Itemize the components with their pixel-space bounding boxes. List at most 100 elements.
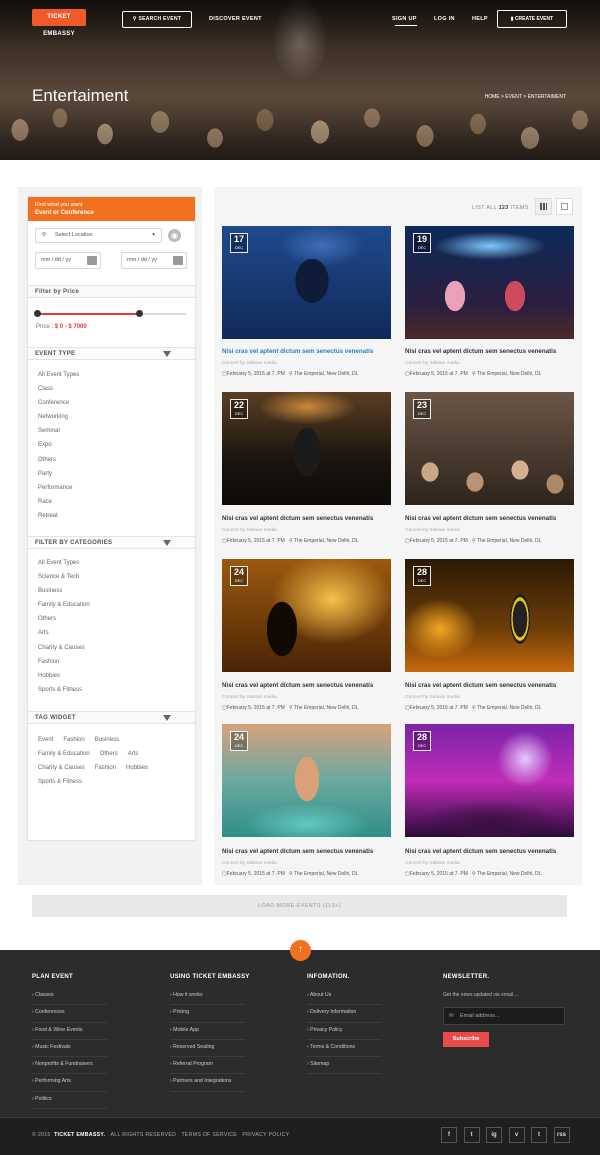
subscribe-button[interactable]: Subscribe (443, 1032, 489, 1047)
price-slider-max-handle[interactable] (136, 310, 143, 317)
event-type-item[interactable]: Party (38, 467, 79, 481)
event-type-item[interactable]: All Event Types (38, 368, 79, 382)
category-item[interactable]: Science & Tech (38, 570, 90, 584)
tag-item[interactable]: Family & Education (38, 747, 90, 761)
tag-item[interactable]: Fashion (95, 761, 116, 775)
load-more-button[interactable]: LOAD MORE EVENTS (113+) (32, 895, 567, 917)
logo[interactable]: TICKET EMBASSY (32, 9, 86, 37)
event-title[interactable]: Nisi cras vel aptent dictum sem senectus… (222, 515, 394, 522)
category-item[interactable]: Hobbies (38, 669, 90, 683)
log-in-link[interactable]: LOG IN (434, 16, 455, 22)
event-title[interactable]: Nisi cras vel aptent dictum sem senectus… (222, 682, 394, 689)
price-slider-min-handle[interactable] (34, 310, 41, 317)
category-item[interactable]: Charity & Causes (38, 641, 90, 655)
category-item[interactable]: Others (38, 612, 90, 626)
tag-item[interactable]: Event (38, 733, 53, 747)
footer-link[interactable]: › Partners and Integrations (170, 1074, 245, 1092)
footer-link[interactable]: › Food & Wine Events (32, 1023, 107, 1040)
event-image[interactable]: 24 DEC (222, 559, 391, 672)
event-type-item[interactable]: Race (38, 495, 79, 509)
globe-icon[interactable]: ◉ (168, 229, 181, 242)
discover-event-link[interactable]: DISCOVER EVENT (209, 16, 262, 22)
category-item[interactable]: Business (38, 584, 90, 598)
tag-item[interactable]: Hobbies (126, 761, 148, 775)
event-type-heading[interactable]: EVENT TYPE (28, 347, 195, 360)
tag-item[interactable]: Business (95, 733, 119, 747)
search-event-button[interactable]: ⚲ SEARCH EVENT (122, 11, 192, 28)
footer-link[interactable]: › Nonprofits & Fundraisers (32, 1057, 107, 1075)
twitter-icon[interactable]: t (463, 1127, 480, 1143)
caret-down-icon[interactable] (163, 351, 171, 357)
event-image[interactable]: 24 DEC (222, 724, 391, 837)
list-view-button[interactable] (556, 198, 573, 215)
footer-link[interactable]: › Sitemap (307, 1057, 382, 1075)
event-type-item[interactable]: Seminar (38, 424, 79, 438)
event-image[interactable]: 17 DEC (222, 226, 391, 339)
footer-link[interactable]: › Music Festivals (32, 1040, 107, 1058)
caret-down-icon[interactable] (163, 540, 171, 546)
calendar-icon[interactable] (87, 256, 97, 265)
footer-link[interactable]: › Politics (32, 1092, 107, 1110)
footer-link[interactable]: › Referral Program (170, 1057, 245, 1075)
category-item[interactable]: Family & Education (38, 598, 90, 612)
tag-item[interactable]: Charity & Causes (38, 761, 85, 775)
event-type-item[interactable]: Others (38, 453, 79, 467)
category-item[interactable]: Fashion (38, 655, 90, 669)
breadcrumb[interactable]: HOME > EVENT > ENTERTAIMENT (485, 94, 566, 100)
event-image[interactable]: 28 DEC (405, 724, 574, 837)
tag-item[interactable]: Arts (128, 747, 139, 761)
event-type-item[interactable]: Performance (38, 481, 79, 495)
tumblr-icon[interactable]: t (531, 1127, 547, 1143)
facebook-icon[interactable]: f (441, 1127, 457, 1143)
footer-link[interactable]: › Mobile App (170, 1023, 245, 1040)
event-type-item[interactable]: Class (38, 382, 79, 396)
footer-link[interactable]: › About Us (307, 988, 382, 1006)
date-from-input[interactable]: mm / dd / yy (35, 252, 101, 269)
privacy-link[interactable]: PRIVACY POLICY (242, 1132, 289, 1138)
grid-view-button[interactable] (535, 198, 552, 215)
category-item[interactable]: Sports & Fitness (38, 683, 90, 697)
email-field[interactable]: ✉ Email address... (443, 1007, 565, 1025)
event-title[interactable]: Nisi cras vel aptent dictum sem senectus… (405, 848, 577, 855)
scroll-top-button[interactable]: ↑ (290, 940, 311, 961)
tag-item[interactable]: Others (100, 747, 118, 761)
category-item[interactable]: All Event Types (38, 556, 90, 570)
event-image[interactable]: 23 DEC (405, 392, 574, 505)
rss-icon[interactable]: rss (553, 1127, 570, 1143)
footer-link[interactable]: › Conferences (32, 1005, 107, 1023)
terms-link[interactable]: TERMS OF SERVICE (181, 1132, 237, 1138)
footer-link[interactable]: › Delivery Information (307, 1005, 382, 1023)
location-select[interactable]: ⚲ Select Location ▾ (35, 228, 162, 243)
event-type-item[interactable]: Conference (38, 396, 79, 410)
caret-down-icon[interactable] (163, 715, 171, 721)
sign-up-link[interactable]: SIGN UP (392, 16, 417, 22)
help-link[interactable]: HELP (472, 16, 488, 22)
event-title[interactable]: Nisi cras vel aptent dictum sem senectus… (405, 515, 577, 522)
footer-link[interactable]: › Terms & Conditions (307, 1040, 382, 1058)
event-image[interactable]: 22 DEC (222, 392, 391, 505)
event-type-item[interactable]: Expo (38, 438, 79, 452)
event-image[interactable]: 19 DEC (405, 226, 574, 339)
instagram-icon[interactable]: ig (486, 1127, 502, 1143)
event-title[interactable]: Nisi cras vel aptent dictum sem senectus… (222, 848, 394, 855)
footer-link[interactable]: › Reserved Seating (170, 1040, 245, 1058)
tag-item[interactable]: Sports & Fitness (38, 775, 82, 789)
date-to-input[interactable]: mm / dd / yy (121, 252, 187, 269)
footer-link[interactable]: › Pricing (170, 1005, 245, 1023)
tag-item[interactable]: Fashion (63, 733, 84, 747)
event-type-item[interactable]: Retreat (38, 509, 79, 523)
footer-link[interactable]: › How it works (170, 988, 245, 1006)
event-title[interactable]: Nisi cras vel aptent dictum sem senectus… (405, 682, 577, 689)
calendar-icon[interactable] (173, 256, 183, 265)
create-event-button[interactable]: ▮ CREATE EVENT (497, 10, 567, 28)
tag-widget-heading[interactable]: TAG WIDGET (28, 711, 195, 724)
categories-heading[interactable]: FILTER BY CATEGORIES (28, 536, 195, 549)
event-title[interactable]: Nisi cras vel aptent dictum sem senectus… (222, 348, 394, 355)
event-type-item[interactable]: Networking (38, 410, 79, 424)
category-item[interactable]: Arts (38, 626, 90, 640)
footer-link[interactable]: › Privacy Policy (307, 1023, 382, 1040)
footer-link[interactable]: › Performing Arts (32, 1074, 107, 1092)
vimeo-icon[interactable]: v (508, 1127, 525, 1143)
event-title[interactable]: Nisi cras vel aptent dictum sem senectus… (405, 348, 577, 355)
event-image[interactable]: 28 DEC (405, 559, 574, 672)
